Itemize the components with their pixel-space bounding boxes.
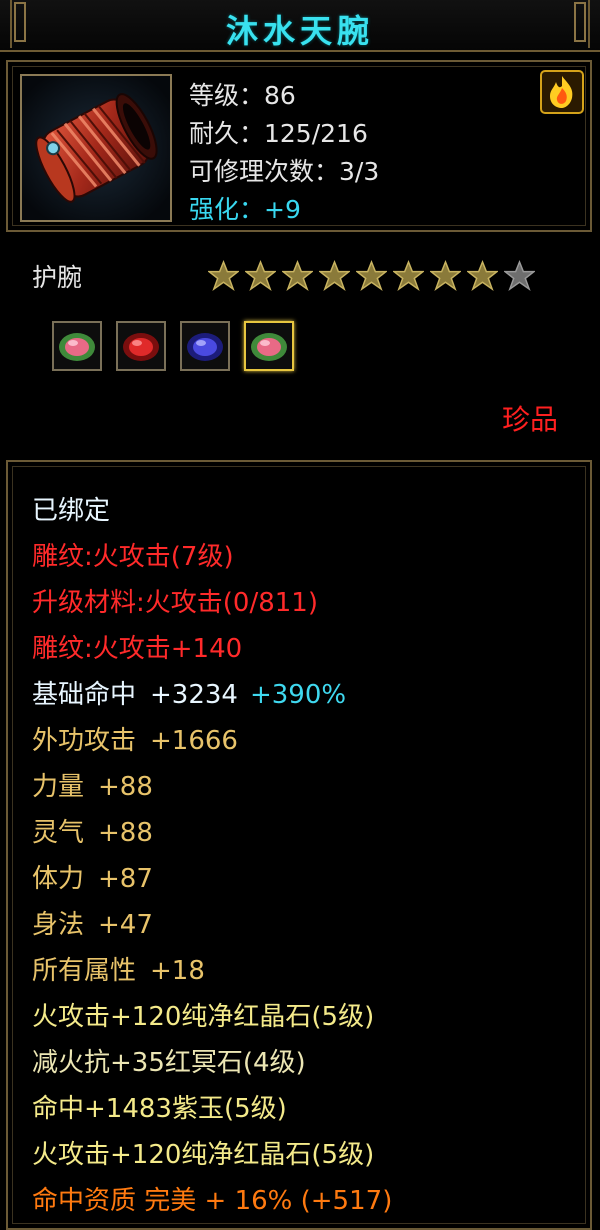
attr-value: +1666: [150, 726, 238, 756]
star-filled-icon: [356, 260, 387, 291]
green-red-gem-icon[interactable]: [52, 321, 102, 371]
attr-agility: 身法 +47: [32, 904, 153, 941]
bound-status: 已绑定: [32, 496, 111, 526]
attr-spirit: 灵气 +88: [32, 812, 153, 849]
gem-bonus-2: 减火抗+35红冥石(4级): [32, 1048, 306, 1078]
star-filled-icon: [393, 260, 424, 291]
attr-label: 灵气: [32, 818, 85, 848]
star-filled-icon: [245, 260, 276, 291]
star-filled-icon: [467, 260, 498, 291]
attr-label: 外功攻击: [32, 726, 137, 756]
rarity-label: 珍品: [501, 403, 558, 436]
attr-label: 体力: [32, 864, 85, 894]
engrave-bonus: 雕纹:火攻击+140: [32, 634, 243, 664]
attribute-panel: 已绑定 雕纹:火攻击(7级) 升级材料:火攻击(0/811) 雕纹:火攻击+14…: [6, 460, 592, 1230]
attr-label: 所有属性: [32, 956, 137, 986]
item-title: 沐水天腕: [225, 12, 374, 50]
green-red-gem-icon[interactable]: [244, 321, 294, 371]
item-enhance: 强化：+9: [189, 195, 301, 224]
attr-label: 基础命中: [32, 680, 137, 710]
star-empty-icon: [504, 260, 535, 291]
attr-value: +47: [98, 910, 153, 940]
item-type-label: 护腕: [32, 263, 83, 292]
item-level: 等级：86: [189, 81, 296, 110]
red-crystal-gem-icon[interactable]: [116, 321, 166, 371]
star-rating: [208, 260, 535, 291]
star-filled-icon: [282, 260, 313, 291]
title-bar: 沐水天腕: [0, 0, 600, 52]
gem-bonus-1: 火攻击+120纯净红晶石(5级): [32, 1002, 375, 1032]
star-filled-icon: [208, 260, 239, 291]
attr-value: +88: [98, 818, 153, 848]
purple-jade-gem-icon[interactable]: [180, 321, 230, 371]
attr-value: +87: [98, 864, 153, 894]
item-repair-count: 可修理次数：3/3: [189, 157, 380, 186]
gem-slots: [52, 321, 294, 371]
attr-value: +3234: [150, 680, 238, 710]
star-filled-icon: [319, 260, 350, 291]
attr-label: 力量: [32, 772, 85, 802]
item-durability: 耐久：125/216: [189, 119, 368, 148]
attr-base-hit: 基础命中 +3234 +390%: [32, 674, 346, 711]
item-header-panel: 等级：86 耐久：125/216 可修理次数：3/3 强化：+9: [6, 60, 592, 232]
attr-outer-attack: 外功攻击 +1666: [32, 720, 238, 757]
gem-bonus-3: 命中+1483紫玉(5级): [32, 1094, 287, 1124]
gem-bonus-4: 火攻击+120纯净红晶石(5级): [32, 1140, 375, 1170]
attr-label: 身法: [32, 910, 85, 940]
attr-bonus: +390%: [249, 680, 347, 710]
engrave-level: 雕纹:火攻击(7级): [32, 542, 234, 572]
attr-value: +88: [98, 772, 153, 802]
upgrade-material: 升级材料:火攻击(0/811): [32, 588, 318, 618]
attr-stamina: 体力 +87: [32, 858, 153, 895]
star-filled-icon: [430, 260, 461, 291]
attr-value: +18: [150, 956, 205, 986]
bracer-icon[interactable]: [20, 74, 172, 222]
attr-all: 所有属性 +18: [32, 950, 205, 987]
attr-strength: 力量 +88: [32, 766, 153, 803]
aptitude-line: 命中资质 完美 + 16% (+517): [32, 1186, 393, 1216]
fire-element-icon: [540, 70, 584, 114]
